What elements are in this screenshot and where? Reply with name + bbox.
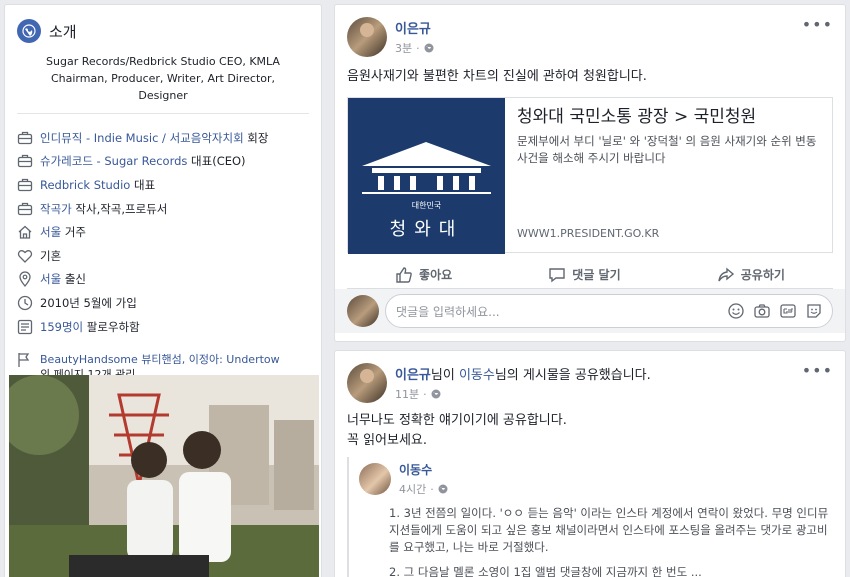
comment-composer: 댓글을 입력하세요... (335, 289, 845, 333)
avatar[interactable] (347, 17, 387, 57)
intro-item: 159명이 팔로우하함 (17, 315, 309, 339)
shared-text-mid: 님이 (430, 368, 459, 383)
link-title[interactable]: 청와대 국민소통 광장 > 국민청원 (517, 106, 820, 128)
public-globe-icon (438, 484, 448, 494)
comment-button[interactable]: 댓글 달기 (548, 266, 621, 284)
intro-item-link[interactable]: 인디뮤직 - Indie Music / 서교음악자치회 (40, 131, 244, 145)
shared-post-time[interactable]: 4시간 (399, 481, 426, 497)
intro-item-text: 대표 (130, 177, 156, 192)
post-time[interactable]: 3분 (395, 40, 412, 56)
thumbs-up-icon (396, 266, 412, 283)
gif-icon[interactable] (780, 303, 796, 319)
briefcase-icon (17, 130, 33, 146)
post-author[interactable]: 이은규 (395, 18, 434, 37)
shared-post-paragraph-1: 1. 3년 전쯤의 일이다. 'ㅇㅇ 듣는 음악' 이라는 인스타 계정에서 연… (389, 506, 829, 554)
camera-icon[interactable] (754, 303, 770, 319)
intro-item-link[interactable]: 슈가레코드 - Sugar Records (40, 154, 187, 168)
intro-item-text: 2010년 5월에 가입 (40, 295, 137, 310)
avatar[interactable] (347, 363, 387, 403)
intro-item-link[interactable]: Redbrick Studio (40, 178, 130, 192)
intro-item-text: 대표(CEO) (187, 154, 246, 169)
shared-post: 이동수 4시간 · 1. 3년 전쯤의 일이다. 'ㅇㅇ 듣는 음악' 이라는 … (347, 457, 833, 577)
briefcase-icon (17, 201, 33, 217)
link-preview-image[interactable]: 대한민국 청와대 (348, 98, 505, 254)
intro-item: 서울 출신 (17, 268, 309, 292)
intro-item: 기혼 (17, 244, 309, 268)
intro-item-link[interactable]: 서울 (40, 272, 61, 286)
link-description: 문제부에서 부디 '닐로' 와 '장덕철' 의 음원 사재기와 순위 변동 사건… (517, 134, 817, 165)
intro-bio: Sugar Records/Redbrick Studio CEO, KMLA … (17, 45, 309, 114)
intro-item-text: 거주 (61, 225, 86, 240)
comment-placeholder: 댓글을 입력하세요... (396, 304, 500, 319)
intro-item-link[interactable]: 서울 (40, 225, 61, 239)
intro-item: 슈가레코드 - Sugar Records 대표(CEO) (17, 150, 309, 174)
intro-card: 소개 Sugar Records/Redbrick Studio CEO, KM… (4, 4, 322, 577)
more-options-icon[interactable]: ••• (802, 15, 833, 34)
intro-item-text: 회장 (243, 130, 269, 145)
shared-post-timestamp[interactable]: 4시간 · (399, 481, 448, 497)
intro-item: Redbrick Studio 대표 (17, 173, 309, 197)
intro-item-link[interactable]: 작곡가 (40, 202, 72, 216)
post-header: 이은규님이 이동수님의 게시물을 공유했습니다. 11분 · (335, 351, 845, 403)
intro-item: 인디뮤직 - Indie Music / 서교음악자치회 회장 (17, 126, 309, 150)
comment-input[interactable]: 댓글을 입력하세요... (385, 294, 833, 328)
more-options-icon[interactable]: ••• (802, 361, 833, 380)
sticker-icon[interactable] (806, 303, 822, 319)
emoji-icon[interactable] (728, 303, 744, 319)
home-icon (17, 224, 33, 240)
link-image-small-text: 대한민국 (412, 200, 441, 210)
link-preview[interactable]: 대한민국 청와대 청와대 국민소통 광장 > 국민청원 문제부에서 부디 '닐로… (347, 97, 833, 254)
intro-item-text: 기혼 (40, 248, 62, 263)
public-globe-icon (431, 389, 441, 399)
intro-title: 소개 (49, 22, 77, 41)
like-button[interactable]: 좋아요 (395, 266, 452, 284)
heart-icon (17, 248, 33, 264)
public-globe-icon (424, 43, 434, 53)
clock-icon (17, 295, 33, 311)
post-card: 이은규 3분 · ••• 음원사재기와 불편한 차트의 진실에 관하여 청원합니… (334, 4, 846, 342)
briefcase-icon (17, 153, 33, 169)
share-label: 공유하기 (740, 268, 785, 282)
post-header: 이은규 3분 · (335, 5, 845, 57)
shared-user-link[interactable]: 이동수 (459, 368, 495, 383)
avatar[interactable] (359, 463, 391, 495)
feed-icon (17, 319, 33, 335)
post-actions: 좋아요 댓글 달기 공유하기 (347, 261, 833, 289)
intro-item-text: 팔로우하함 (83, 319, 140, 334)
post-text-line-2: 꼭 읽어보세요. (347, 433, 428, 448)
shared-post-header: 이동수 4시간 · (349, 457, 833, 497)
location-pin-icon (17, 271, 33, 288)
intro-item: 서울 거주 (17, 220, 309, 244)
comment-icon (549, 267, 565, 282)
intro-header: 소개 (5, 5, 321, 45)
post-author[interactable]: 이은규 (395, 368, 431, 383)
like-label: 좋아요 (419, 268, 453, 282)
share-button[interactable]: 공유하기 (717, 266, 785, 284)
intro-photo[interactable] (9, 375, 319, 577)
comment-label: 댓글 달기 (572, 268, 621, 282)
managed-pages-link[interactable]: BeautyHandsome 뷰티핸섬, 이정아: Undertow (40, 353, 280, 366)
post-card: 이은규님이 이동수님의 게시물을 공유했습니다. 11분 · ••• 너무나도 … (334, 350, 846, 577)
link-image-big-text: 청와대 (390, 219, 464, 240)
post-time[interactable]: 11분 (395, 386, 419, 402)
intro-item-text: 출신 (61, 272, 86, 287)
post-text: 음원사재기와 불편한 차트의 진실에 관하여 청원합니다. (347, 69, 647, 84)
post-timestamp[interactable]: 11분 · (395, 386, 651, 402)
avatar[interactable] (347, 295, 379, 327)
shared-post-paragraph-2: 2. 그 다음날 멜론 소영이 1집 앨범 댓글창에 지금까지 한 번도 ... (389, 565, 702, 577)
post-timestamp[interactable]: 3분 · (395, 40, 434, 56)
intro-info-list: 인디뮤직 - Indie Music / 서교음악자치회 회장 슈가레코드 - S… (5, 114, 321, 338)
intro-item: 작곡가 작사,작곡,프로듀서 (17, 197, 309, 221)
shared-text-suffix: 님의 게시물을 공유했습니다. (494, 368, 651, 383)
globe-icon (17, 19, 41, 43)
share-icon (718, 267, 734, 281)
link-url: WWW1.PRESIDENT.GO.KR (517, 227, 660, 240)
shared-post-author[interactable]: 이동수 (399, 461, 448, 478)
intro-item-link[interactable]: 159명이 (40, 320, 83, 334)
briefcase-icon (17, 177, 33, 193)
post-text-line-1: 너무나도 정확한 얘기이기에 공유합니다. (347, 413, 567, 428)
intro-item-text: 작사,작곡,프로듀서 (71, 201, 168, 216)
intro-item: 2010년 5월에 가입 (17, 291, 309, 315)
